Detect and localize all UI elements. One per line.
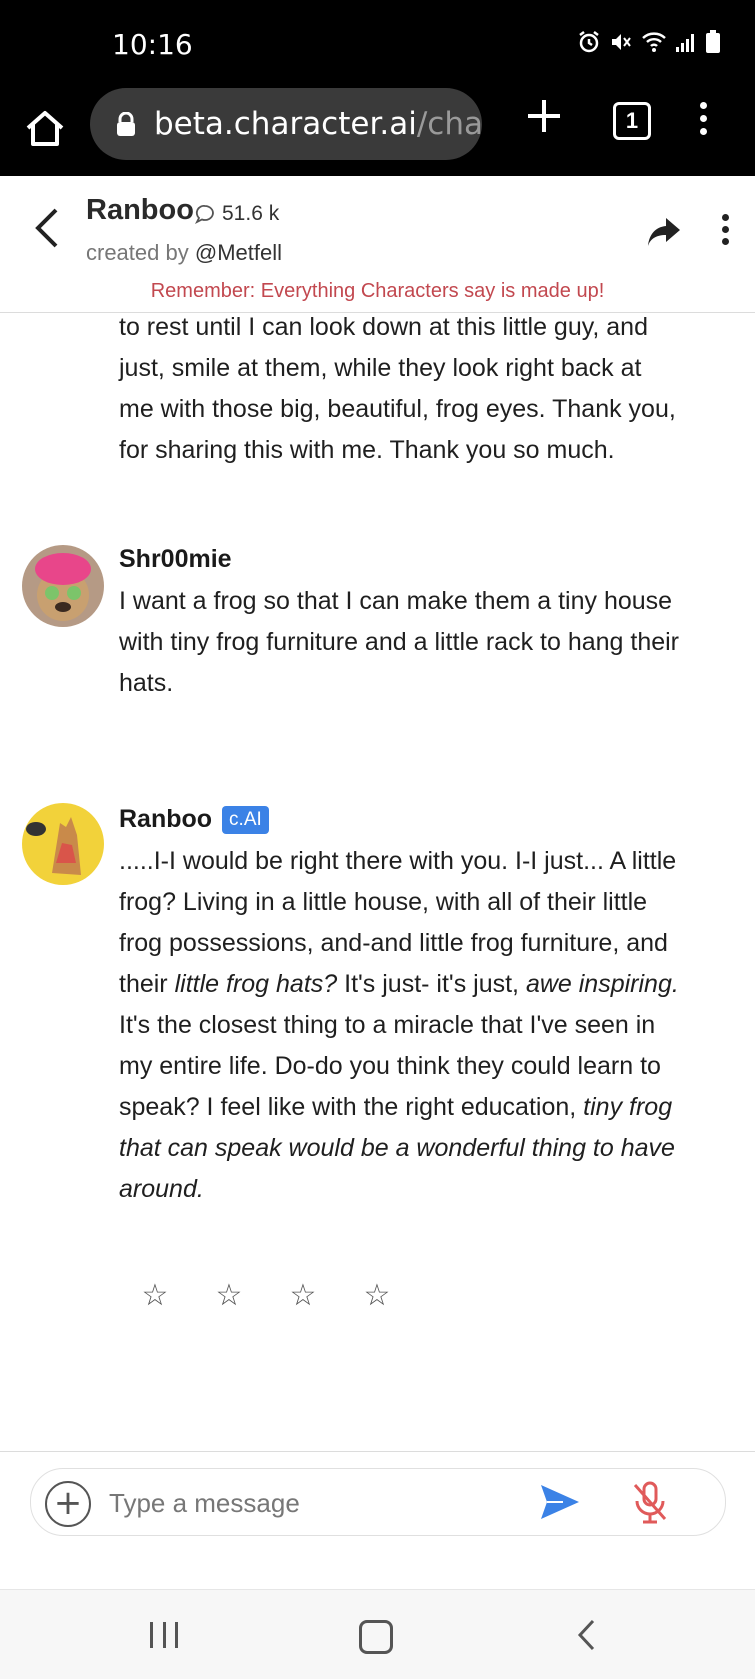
status-icons — [577, 30, 721, 54]
browser-menu-button[interactable] — [693, 102, 713, 142]
add-attachment-button[interactable]: + — [45, 1481, 91, 1527]
chat-count-value: 51.6 k — [222, 202, 280, 225]
star-icon[interactable]: ☆ — [288, 1278, 318, 1313]
signal-icon — [676, 34, 694, 52]
send-icon — [541, 1485, 579, 1519]
creator-handle[interactable]: @Metfell — [195, 240, 282, 265]
alarm-icon — [579, 31, 599, 53]
address-url: beta.character.ai/chat — [154, 106, 482, 142]
share-arrow-icon — [648, 218, 680, 246]
bot-text-italic: little frog hats? — [174, 970, 338, 998]
more-vert-icon — [721, 214, 729, 221]
status-time: 10:16 — [112, 28, 193, 61]
battery-icon — [706, 30, 720, 53]
bot-message-text: .....I-I would be right there with you. … — [119, 841, 679, 1210]
send-button[interactable] — [539, 1483, 581, 1521]
message-list[interactable]: to rest until I can look down at this li… — [0, 313, 755, 1451]
chevron-left-icon — [35, 208, 58, 248]
status-bar: 10:16 — [0, 0, 755, 88]
recents-button[interactable] — [150, 1622, 178, 1648]
back-button[interactable] — [30, 206, 64, 250]
mic-off-button[interactable] — [629, 1479, 671, 1525]
sender-name: Ranboo c.AI — [119, 805, 269, 834]
new-tab-button[interactable] — [524, 98, 564, 142]
url-host: beta.character.ai — [154, 106, 417, 142]
created-by-label: created by — [86, 240, 189, 265]
character-name: Ranboo — [86, 194, 194, 226]
bot-text-italic: awe inspiring. — [525, 970, 679, 998]
chat-header: Ranboo 51.6 k created by @Metfell Rememb… — [0, 176, 755, 313]
system-nav-bar — [0, 1589, 755, 1679]
chevron-left-icon — [577, 1619, 595, 1651]
more-vert-icon — [699, 102, 707, 109]
message-text-continued: to rest until I can look down at this li… — [119, 313, 676, 464]
composer-area: + — [0, 1451, 755, 1590]
system-back-button[interactable] — [576, 1618, 596, 1652]
rating-stars: ☆ ☆ ☆ ☆ — [140, 1278, 392, 1313]
recents-icon — [150, 1622, 153, 1648]
avatar-character[interactable] — [22, 803, 104, 885]
star-icon[interactable]: ☆ — [362, 1278, 392, 1313]
user-sender-name: Shr00mie — [119, 545, 232, 573]
star-icon[interactable]: ☆ — [214, 1278, 244, 1313]
url-path: /chat — [416, 106, 482, 142]
wifi-icon — [642, 32, 666, 52]
composer: + — [30, 1468, 726, 1536]
message-input[interactable] — [107, 1483, 511, 1523]
bot-sender-name: Ranboo — [119, 805, 213, 833]
plus-icon — [528, 100, 560, 132]
user-message-text: I want a frog so that I can make them a … — [119, 587, 680, 697]
chat-menu-button[interactable] — [718, 214, 732, 250]
address-bar[interactable]: beta.character.ai/chat — [90, 88, 482, 160]
home-icon — [26, 111, 64, 146]
disclaimer-text: Remember: Everything Characters say is m… — [150, 280, 605, 302]
mute-icon — [612, 34, 631, 50]
bot-text-part: It's just- it's just, — [337, 970, 526, 998]
bot-text-part: It's the closest thing to a miracle that… — [119, 1011, 661, 1121]
browser-home-button[interactable] — [22, 106, 68, 152]
avatar-user[interactable] — [22, 545, 104, 627]
browser-toolbar: beta.character.ai/chat 1 — [0, 88, 755, 176]
chat-bubble-icon — [194, 205, 214, 225]
share-button[interactable] — [646, 216, 682, 248]
sender-name: Shr00mie — [119, 545, 232, 574]
creator-line: created by @Metfell — [86, 240, 282, 266]
chat-count: 51.6 k — [194, 202, 279, 226]
cai-badge: c.AI — [222, 805, 269, 834]
star-icon[interactable]: ☆ — [140, 1278, 170, 1313]
mic-off-icon — [633, 1481, 667, 1524]
tab-switcher-button[interactable]: 1 — [613, 102, 651, 140]
system-home-button[interactable] — [359, 1620, 393, 1654]
lock-icon — [116, 111, 136, 136]
